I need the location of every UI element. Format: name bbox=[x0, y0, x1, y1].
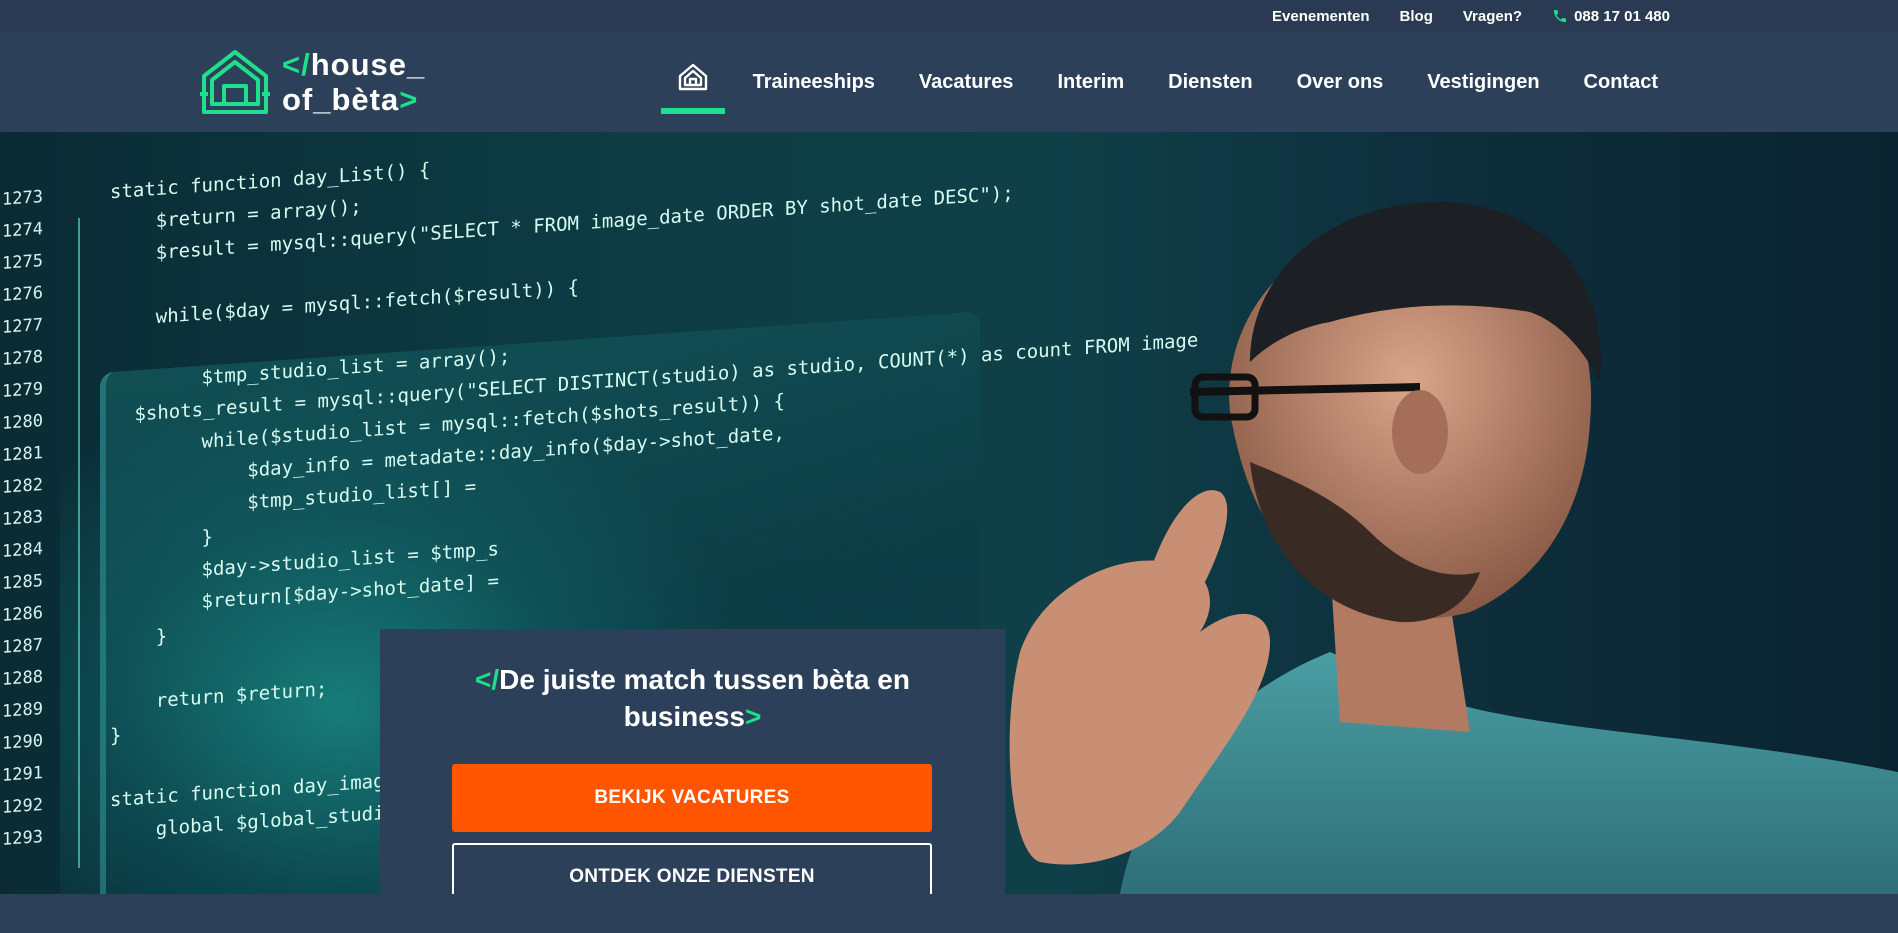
code-gutter bbox=[50, 496, 110, 532]
nav-vestigingen[interactable]: Vestigingen bbox=[1405, 32, 1561, 132]
code-gutter bbox=[50, 688, 110, 724]
code-gutter bbox=[50, 720, 110, 756]
site-logo[interactable]: </house_ of_bèta> bbox=[198, 46, 425, 118]
line-number: 1287 bbox=[2, 634, 43, 658]
line-number: 1288 bbox=[2, 666, 43, 690]
logo-wordmark: </house_ of_bèta> bbox=[282, 47, 425, 117]
nav-vacatures[interactable]: Vacatures bbox=[897, 32, 1036, 132]
code-gutter bbox=[50, 208, 110, 244]
code-gutter bbox=[50, 368, 110, 404]
line-number: 1278 bbox=[2, 346, 43, 370]
code-gutter bbox=[50, 752, 110, 788]
logo-word-of-beta: of_bèta bbox=[282, 82, 400, 117]
nav-diensten[interactable]: Diensten bbox=[1146, 32, 1274, 132]
nav-over-ons[interactable]: Over ons bbox=[1275, 32, 1406, 132]
hero-banner: 1273 static function day_List() {1274 $re… bbox=[0, 132, 1898, 894]
person-illustration bbox=[1009, 202, 1898, 894]
code-gutter bbox=[50, 560, 110, 596]
house-logo-icon bbox=[200, 50, 270, 114]
line-number: 1275 bbox=[2, 250, 43, 274]
headline-text: De juiste match tussen bèta en business bbox=[499, 664, 910, 732]
code-gutter bbox=[50, 272, 110, 308]
logo-bracket-close: > bbox=[399, 82, 419, 117]
line-number: 1291 bbox=[2, 762, 43, 786]
line-number: 1289 bbox=[2, 698, 43, 722]
code-gutter bbox=[50, 656, 110, 692]
code-gutter bbox=[50, 336, 110, 372]
line-number: 1285 bbox=[2, 570, 43, 594]
code-gutter bbox=[50, 432, 110, 468]
nav-traineeships[interactable]: Traineeships bbox=[731, 32, 897, 132]
code-gutter bbox=[50, 816, 110, 852]
link-blog[interactable]: Blog bbox=[1400, 8, 1433, 25]
code-gutter bbox=[50, 240, 110, 276]
phone-link[interactable]: 088 17 01 480 bbox=[1552, 8, 1670, 25]
line-number: 1280 bbox=[2, 410, 43, 434]
line-number: 1283 bbox=[2, 506, 43, 530]
line-number: 1286 bbox=[2, 602, 43, 626]
utility-links: Evenementen Blog Vragen? 088 17 01 480 bbox=[1272, 0, 1670, 32]
bekijk-vacatures-button[interactable]: BEKIJK VACATURES bbox=[452, 764, 932, 832]
code-text: } bbox=[110, 724, 122, 748]
code-text: } bbox=[110, 625, 168, 652]
code-gutter bbox=[50, 784, 110, 820]
code-gutter bbox=[50, 304, 110, 340]
line-number: 1292 bbox=[2, 794, 43, 818]
line-number: 1281 bbox=[2, 442, 43, 466]
ontdek-diensten-button[interactable]: ONTDEK ONZE DIENSTEN bbox=[452, 843, 932, 894]
nav-home[interactable] bbox=[660, 32, 725, 132]
code-gutter bbox=[50, 528, 110, 564]
line-number: 1274 bbox=[2, 218, 43, 242]
line-number: 1279 bbox=[2, 378, 43, 402]
line-number: 1277 bbox=[2, 314, 43, 338]
cta-card: </De juiste match tussen bèta en busines… bbox=[380, 629, 1005, 894]
line-number: 1273 bbox=[2, 186, 43, 210]
line-number: 1284 bbox=[2, 538, 43, 562]
home-icon bbox=[678, 63, 707, 91]
logo-bracket-open: </ bbox=[282, 47, 311, 82]
code-gutter bbox=[50, 624, 110, 660]
link-evenementen[interactable]: Evenementen bbox=[1272, 8, 1370, 25]
line-number: 1290 bbox=[2, 730, 43, 754]
top-utility-bar: Evenementen Blog Vragen? 088 17 01 480 bbox=[0, 0, 1898, 32]
code-gutter bbox=[50, 176, 110, 212]
headline-bracket-close: > bbox=[745, 701, 762, 732]
link-vragen[interactable]: Vragen? bbox=[1463, 8, 1522, 25]
hero-headline: </De juiste match tussen bèta en busines… bbox=[420, 661, 965, 735]
code-gutter bbox=[50, 592, 110, 628]
main-navbar: </house_ of_bèta> Traineeships Vacatures… bbox=[0, 32, 1898, 132]
nav-interim[interactable]: Interim bbox=[1035, 32, 1146, 132]
logo-word-house: house_ bbox=[310, 47, 426, 82]
phone-number: 088 17 01 480 bbox=[1574, 7, 1670, 25]
phone-icon bbox=[1554, 10, 1567, 22]
headline-bracket-open: </ bbox=[475, 664, 500, 695]
primary-nav: Traineeships Vacatures Interim Diensten … bbox=[660, 32, 1680, 132]
line-number: 1276 bbox=[2, 282, 43, 306]
page-bottom-strip bbox=[0, 894, 1898, 933]
line-number: 1282 bbox=[2, 474, 43, 498]
nav-contact[interactable]: Contact bbox=[1562, 32, 1680, 132]
line-number: 1293 bbox=[2, 826, 43, 850]
code-gutter bbox=[50, 464, 110, 500]
